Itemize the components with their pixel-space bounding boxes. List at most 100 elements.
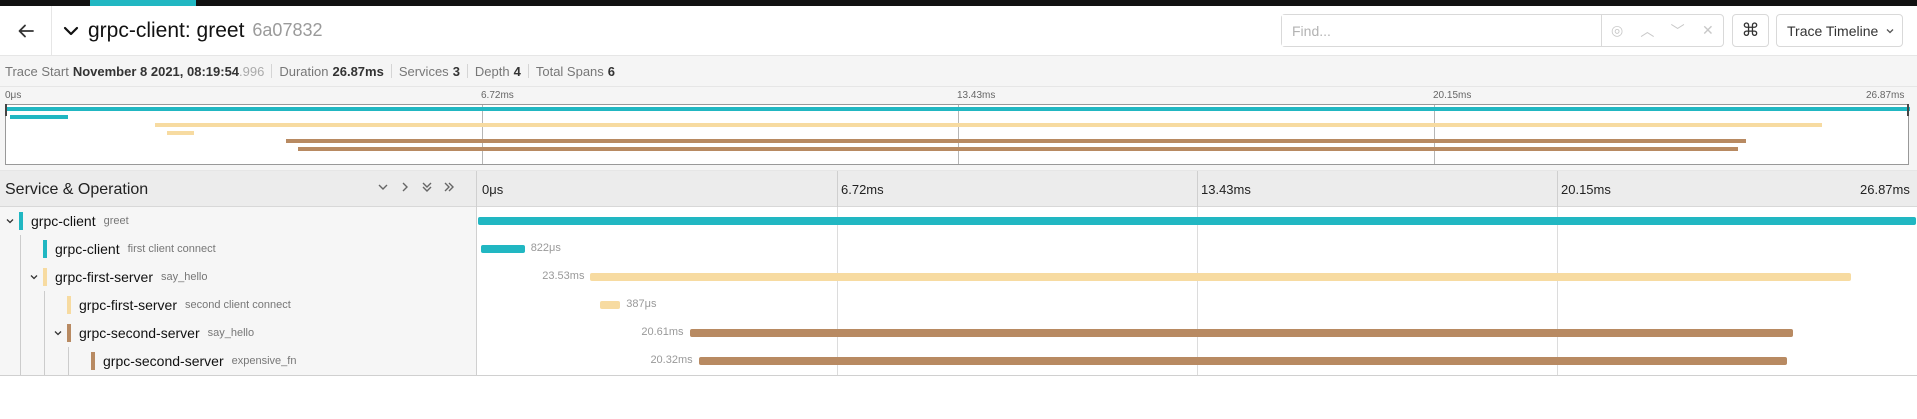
span-bar[interactable] <box>599 301 621 309</box>
service-name: grpc-client <box>55 241 120 257</box>
span-row[interactable]: grpc-second-server say_hello 20.61ms <box>0 319 1917 347</box>
trace-id: 6a07832 <box>252 20 323 40</box>
service-name: grpc-first-server <box>55 269 154 285</box>
timeline-gridline <box>837 171 838 207</box>
timeline-tick: 6.72ms <box>841 182 884 197</box>
span-row[interactable]: grpc-client first client connect 822μs <box>0 235 1917 263</box>
timeline-header: Service & Operation 0μs 6.72ms 13.43ms 2… <box>0 171 1917 207</box>
trace-title: grpc-client: greet <box>88 18 245 42</box>
timeline-gridline <box>1557 171 1558 207</box>
indent-guide <box>20 263 21 291</box>
operation-name: say_hello <box>161 271 208 283</box>
service-name: grpc-first-server <box>79 297 178 313</box>
span-name-cell[interactable]: grpc-second-server expensive_fn <box>75 347 296 375</box>
meta-divider <box>527 64 529 78</box>
duration: Duration 26.87ms <box>279 64 383 79</box>
operation-name: say_hello <box>207 327 255 339</box>
view-select[interactable]: Trace Timeline <box>1776 14 1903 47</box>
chevron-down-icon[interactable] <box>3 216 17 226</box>
chevron-up-icon[interactable]: ︿ <box>1635 21 1659 41</box>
expand-all-button[interactable] <box>440 181 458 193</box>
expand-one-button[interactable] <box>396 181 414 193</box>
chevron-down-icon <box>378 184 388 190</box>
target-icon[interactable]: ◎ <box>1605 22 1629 39</box>
find-input[interactable] <box>1282 15 1602 46</box>
span-name-cell[interactable]: grpc-second-server say_hello <box>51 319 254 347</box>
view-select-value: Trace Timeline <box>1787 22 1879 39</box>
span-duration-label: 20.61ms <box>641 326 684 338</box>
command-key-icon: ⌘ <box>1741 20 1760 40</box>
minimap-span-bar <box>166 131 195 135</box>
span-bar[interactable] <box>590 273 1851 281</box>
depth-value: 4 <box>513 63 521 79</box>
trace-minimap[interactable]: 0μs 6.72ms 13.43ms 20.15ms 26.87ms <box>0 87 1917 171</box>
span-row[interactable]: grpc-first-server say_hello 23.53ms <box>0 263 1917 291</box>
service-operation-title: Service & Operation <box>5 181 149 198</box>
service-color-marker <box>67 296 71 314</box>
span-row[interactable]: grpc-first-server second client connect 38… <box>0 291 1917 319</box>
chevron-down-icon <box>63 26 79 35</box>
span-bar[interactable] <box>480 245 525 253</box>
span-name-cell[interactable]: grpc-first-server second client connect <box>51 291 291 319</box>
service-name: grpc-second-server <box>79 325 200 341</box>
duration-label: Duration <box>279 63 329 79</box>
expand-collapse-controls <box>374 181 458 193</box>
collapse-one-button[interactable] <box>374 181 392 193</box>
chevron-down-icon <box>1885 26 1895 36</box>
collapse-header-button[interactable] <box>62 22 80 40</box>
minimap-span-bar <box>6 107 1910 111</box>
span-row[interactable]: grpc-client greet <box>0 207 1917 235</box>
back-button[interactable] <box>0 5 52 56</box>
span-bar[interactable] <box>698 357 1787 365</box>
minimap-span-bar <box>297 147 1738 151</box>
chevron-right-icon <box>402 182 408 192</box>
minimap-tick: 26.87ms <box>1866 90 1905 101</box>
operation-name: first client connect <box>127 243 216 255</box>
minimap-left-handle[interactable] <box>5 104 7 116</box>
operation-name: greet <box>103 215 129 227</box>
indent-guide <box>68 347 69 375</box>
span-bar[interactable] <box>689 329 1794 337</box>
trace-start: Trace Start November 8 2021, 08:19:54.99… <box>5 64 264 79</box>
minimap-gridline <box>958 105 959 164</box>
minimap-canvas[interactable] <box>5 104 1910 165</box>
span-bar[interactable] <box>478 217 1916 225</box>
minimap-tick: 20.15ms <box>1433 90 1472 101</box>
total-spans-label: Total Spans <box>535 63 604 79</box>
span-row[interactable]: grpc-second-server expensive_fn 20.32ms <box>0 347 1917 375</box>
timeline-tick: 0μs <box>482 182 504 197</box>
column-splitter[interactable] <box>476 171 477 207</box>
minimap-span-bar <box>285 139 1747 143</box>
service-color-marker <box>67 324 71 342</box>
span-duration-label: 822μs <box>530 242 561 254</box>
service-color-marker <box>91 352 95 370</box>
keyboard-shortcuts-button[interactable]: ⌘ <box>1732 14 1769 47</box>
minimap-right-handle[interactable] <box>1907 104 1909 116</box>
double-chevron-right-icon <box>444 182 454 192</box>
indent-guide <box>20 347 21 375</box>
trace-meta-bar: Trace Start November 8 2021, 08:19:54.99… <box>0 56 1917 87</box>
minimap-gridline <box>1434 105 1435 164</box>
service-color-marker <box>43 268 47 286</box>
rows-bottom-border <box>0 375 1917 376</box>
meta-divider <box>390 64 392 78</box>
trace-start-datetime: November 8 2021, 08:19:54 <box>72 63 240 79</box>
span-name-cell[interactable]: grpc-first-server say_hello <box>27 263 208 291</box>
span-name-cell[interactable]: grpc-client first client connect <box>27 235 216 263</box>
collapse-all-button[interactable] <box>418 181 436 193</box>
minimap-gridline <box>482 105 483 164</box>
close-icon[interactable]: ✕ <box>1696 22 1720 39</box>
chevron-down-icon[interactable] <box>27 272 41 282</box>
chevron-down-icon[interactable] <box>51 328 65 338</box>
operation-name: expensive_fn <box>231 355 297 367</box>
depth-label: Depth <box>474 63 510 79</box>
trace-start-value: November 8 2021, 08:19:54.996 <box>73 64 265 79</box>
trace-start-label: Trace Start <box>5 63 69 79</box>
service-color-marker <box>43 240 47 258</box>
span-name-cell[interactable]: grpc-client greet <box>3 207 129 235</box>
minimap-tick: 6.72ms <box>481 90 514 101</box>
chevron-down-icon[interactable]: ﹀ <box>1666 21 1690 41</box>
span-duration-label: 23.53ms <box>542 270 585 282</box>
trace-header: grpc-client: greet 6a07832 ◎ ︿ ﹀ ✕ ⌘ Tra… <box>0 5 1917 56</box>
double-chevron-down-icon <box>422 182 432 192</box>
